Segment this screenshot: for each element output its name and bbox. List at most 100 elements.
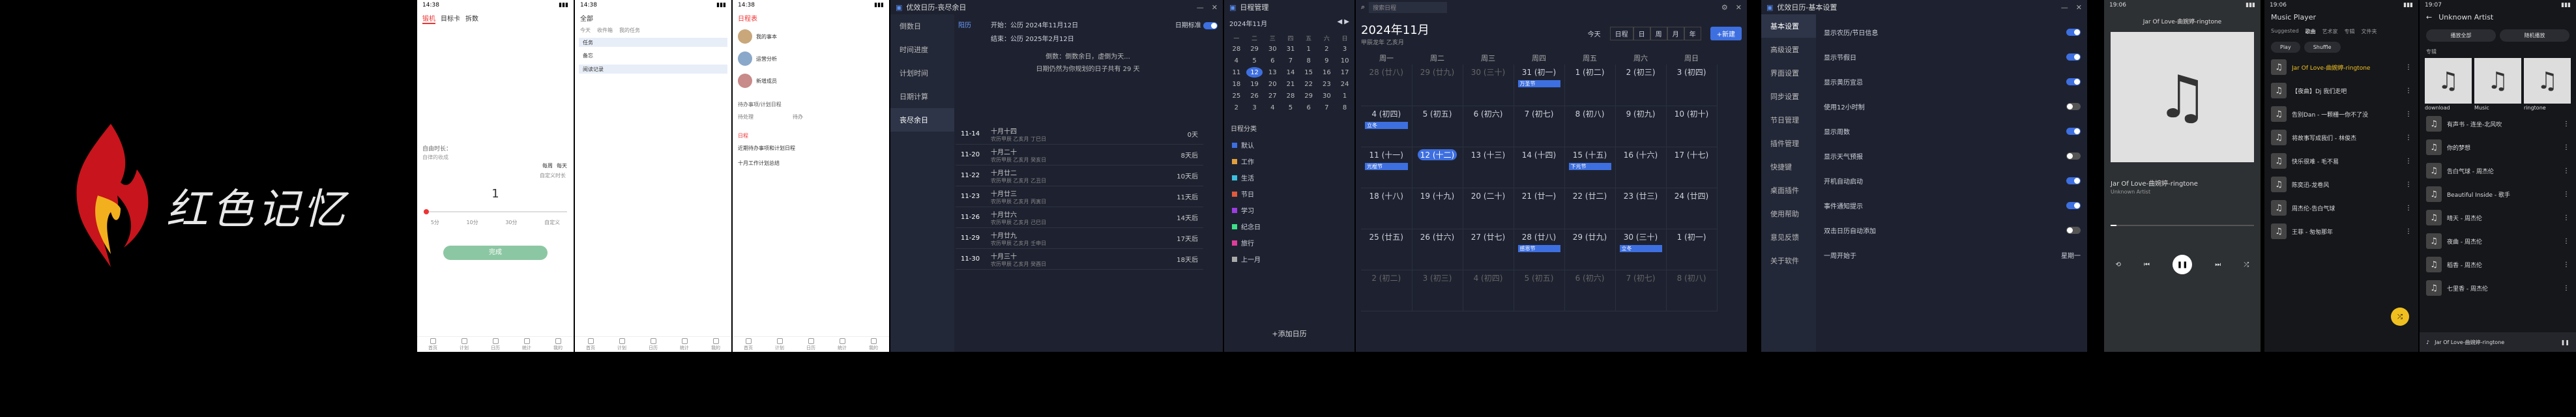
- repeat-icon[interactable]: ⟲: [2116, 261, 2121, 268]
- toggle-switch[interactable]: [2066, 177, 2081, 184]
- setting-row[interactable]: 显示天气预报: [1824, 143, 2081, 168]
- shuffle-icon[interactable]: ⤮: [2244, 261, 2249, 268]
- mini-day[interactable]: 4: [1228, 55, 1245, 66]
- side-item[interactable]: 界面设置: [1761, 61, 1816, 85]
- add-calendar-button[interactable]: +添加日历: [1224, 328, 1354, 339]
- nav-home[interactable]: 首页: [586, 338, 595, 351]
- mini-day[interactable]: 3: [1336, 44, 1353, 54]
- list-item[interactable]: ♫ Beautiful Inside - 歌手 ⋮: [2420, 182, 2576, 206]
- mini-day[interactable]: 4: [1264, 102, 1281, 113]
- mini-day[interactable]: 26: [1246, 91, 1263, 101]
- toggle-switch[interactable]: [2066, 127, 2081, 135]
- more-icon[interactable]: ⋮: [2563, 238, 2569, 245]
- setting-row[interactable]: 显示节假日: [1824, 44, 2081, 69]
- nav-arrows-icon[interactable]: ◀ ▶: [1337, 18, 1349, 28]
- mini-day[interactable]: 5: [1246, 55, 1263, 66]
- day-cell[interactable]: 11 (十一) 光棍节: [1361, 147, 1412, 188]
- tab[interactable]: 文件夹: [2362, 28, 2377, 35]
- mini-day[interactable]: 30: [1264, 44, 1281, 54]
- nav-me[interactable]: 我的: [869, 338, 878, 351]
- nav-stats[interactable]: 统计: [522, 338, 531, 351]
- day-cell[interactable]: 20 (二十): [1463, 188, 1514, 229]
- day-cell[interactable]: 30 (三十): [1463, 65, 1514, 106]
- day-cell[interactable]: 15 (十五) 下元节: [1564, 147, 1616, 188]
- setting-row[interactable]: 使用12小时制: [1824, 94, 2081, 119]
- table-row[interactable]: 11-20 十月二十 农历甲辰 乙亥月 癸亥日 8天后: [956, 145, 1203, 165]
- mini-day[interactable]: 17: [1336, 67, 1353, 78]
- nav-plan[interactable]: 计划: [460, 338, 469, 351]
- nav-calendar[interactable]: 日历: [649, 338, 658, 351]
- mini-day[interactable]: 30: [1319, 91, 1336, 101]
- side-item[interactable]: 插件管理: [1761, 132, 1816, 155]
- more-icon[interactable]: ⋮: [2563, 144, 2569, 151]
- day-cell[interactable]: 5 (初五): [1514, 270, 1565, 311]
- setting-row[interactable]: 开机自动启动: [1824, 168, 2081, 193]
- tab[interactable]: 艺术家: [2322, 28, 2338, 35]
- day-cell[interactable]: 5 (初五): [1412, 106, 1463, 147]
- mini-day[interactable]: 1: [1336, 91, 1353, 101]
- category-item[interactable]: 上一月: [1232, 251, 1347, 267]
- unit-1[interactable]: 10分: [467, 219, 478, 226]
- category-item[interactable]: 学习: [1232, 202, 1347, 218]
- mini-day[interactable]: 10: [1336, 55, 1353, 66]
- view-tab[interactable]: 月: [1667, 27, 1684, 40]
- nav-plan[interactable]: 计划: [775, 338, 784, 351]
- table-row[interactable]: 11-29 十月廿九 农历甲辰 乙亥月 壬申日 17天后: [956, 228, 1203, 249]
- day-cell[interactable]: 10 (初十): [1666, 106, 1718, 147]
- setting-row[interactable]: 事件通知提示: [1824, 193, 2081, 218]
- more-icon[interactable]: ⋮: [2563, 285, 2569, 292]
- more-icon[interactable]: ⋮: [2563, 261, 2569, 268]
- mode-label[interactable]: 阳历: [958, 20, 971, 43]
- list-item[interactable]: ♫ 告别Dan - 一颗栅一你不了没 ⋮: [2264, 102, 2418, 126]
- mini-day[interactable]: 18: [1228, 79, 1245, 89]
- mini-day[interactable]: 25: [1228, 91, 1245, 101]
- event-chip[interactable]: 立冬: [1365, 121, 1408, 129]
- mini-day[interactable]: 6: [1264, 55, 1281, 66]
- mini-day[interactable]: 29: [1246, 44, 1263, 54]
- tab-0[interactable]: 锻机: [422, 13, 435, 24]
- day-cell[interactable]: 7 (初七): [1514, 106, 1565, 147]
- progress-bar[interactable]: [2111, 225, 2254, 226]
- toggle-switch[interactable]: [2066, 28, 2081, 36]
- feed-item[interactable]: 近期待办事项和计划日程: [733, 141, 889, 156]
- day-cell[interactable]: 3 (初四): [1666, 65, 1718, 106]
- day-cell[interactable]: 28 (廿八) 感恩节: [1514, 229, 1565, 270]
- setting-row[interactable]: 双击日历自动添加: [1824, 218, 2081, 242]
- nav-stats[interactable]: 统计: [838, 338, 847, 351]
- unit-2[interactable]: 30分: [505, 219, 517, 226]
- table-row[interactable]: 11-26 十月廿六 农历甲辰 乙亥月 己巳日 14天后: [956, 207, 1203, 228]
- side-item[interactable]: 节日管理: [1761, 108, 1816, 132]
- day-cell[interactable]: 2 (初三): [1615, 65, 1667, 106]
- more-icon[interactable]: ⋮: [2405, 111, 2412, 118]
- now-playing[interactable]: Jar Of Love-曲婉婷-ringtone: [2435, 339, 2555, 346]
- setting-value[interactable]: 星期一: [2061, 250, 2081, 260]
- block-day[interactable]: 每天: [557, 162, 567, 169]
- side-item[interactable]: 使用帮助: [1761, 202, 1816, 225]
- mini-day[interactable]: 3: [1246, 102, 1263, 113]
- list-item[interactable]: ♫ 有声书 - 连坐-北风吹 ⋮: [2420, 112, 2576, 136]
- day-cell[interactable]: 7 (初七): [1615, 270, 1667, 311]
- minimize-icon[interactable]: —: [1197, 3, 1204, 12]
- day-cell[interactable]: 8 (初八): [1564, 106, 1616, 147]
- mini-day[interactable]: 9: [1319, 55, 1336, 66]
- list-item[interactable]: 新增成员: [756, 78, 777, 85]
- nav-home[interactable]: 首页: [428, 338, 437, 351]
- more-icon[interactable]: ⋮: [2563, 167, 2569, 175]
- day-cell[interactable]: 18 (十八): [1361, 188, 1412, 229]
- mini-day[interactable]: 23: [1319, 79, 1336, 89]
- day-cell[interactable]: 28 (廿八): [1361, 65, 1412, 106]
- category-item[interactable]: 生活: [1232, 169, 1347, 186]
- day-cell[interactable]: 17 (十七): [1666, 147, 1718, 188]
- play-all-button[interactable]: 播放全部: [2426, 29, 2496, 42]
- more-icon[interactable]: ⋮: [2405, 181, 2412, 188]
- mini-day[interactable]: 6: [1300, 102, 1317, 113]
- more-icon[interactable]: ⋮: [2405, 228, 2412, 235]
- day-cell[interactable]: 29 (廿九): [1564, 229, 1616, 270]
- unit-3[interactable]: 自定义: [544, 219, 560, 226]
- day-cell[interactable]: 6 (初六): [1463, 106, 1514, 147]
- event-chip[interactable]: 万圣节: [1517, 80, 1560, 87]
- day-cell[interactable]: 27 (廿七): [1463, 229, 1514, 270]
- side-item[interactable]: 高级设置: [1761, 38, 1816, 61]
- side-item[interactable]: 快捷键: [1761, 155, 1816, 179]
- day-cell[interactable]: 21 (廿一): [1514, 188, 1565, 229]
